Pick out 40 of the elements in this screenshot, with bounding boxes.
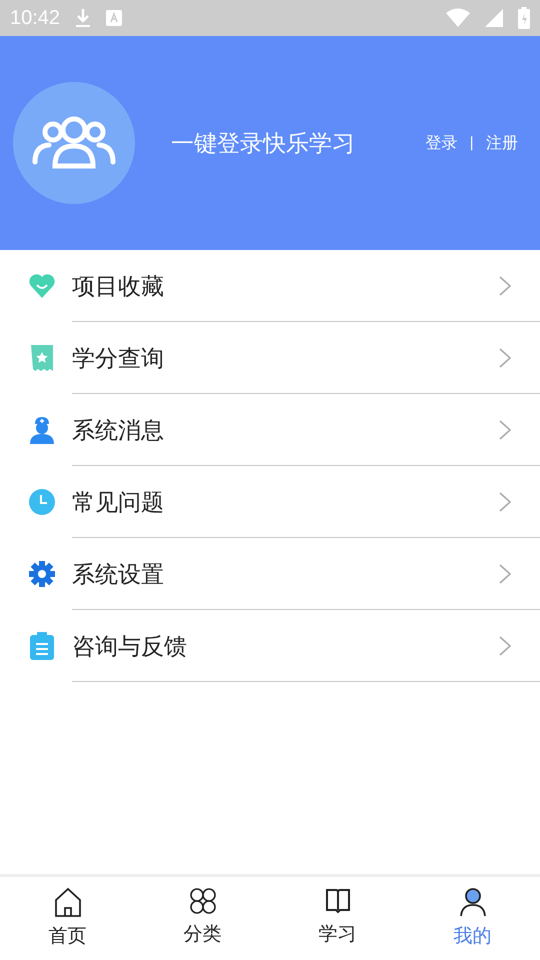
menu-item[interactable]: 系统消息 <box>0 394 540 466</box>
chevron-right-icon <box>498 491 512 513</box>
battery-icon <box>518 7 530 29</box>
keyboard-icon <box>106 10 122 26</box>
chevron-right-icon <box>498 275 512 297</box>
chevron-right-icon <box>498 347 512 369</box>
menu-label: 咨询与反馈 <box>72 632 188 662</box>
settings-icon <box>28 560 56 588</box>
menu-item[interactable]: 常见问题 <box>0 466 540 538</box>
tab[interactable]: 我的 <box>405 877 540 960</box>
user-group-icon <box>13 82 135 204</box>
doctor-icon <box>29 416 55 444</box>
tab[interactable]: 分类 <box>135 877 270 960</box>
separator: | <box>469 135 474 151</box>
menu-label: 项目收藏 <box>72 272 165 302</box>
download-icon <box>74 7 92 29</box>
house-icon <box>54 887 82 917</box>
menu-item[interactable]: 项目收藏 <box>0 250 540 322</box>
menu-label: 常见问题 <box>72 488 165 518</box>
smiling-heart-icon <box>28 272 56 300</box>
chevron-right-icon <box>498 419 512 441</box>
tab[interactable]: 学习 <box>270 877 405 960</box>
clock-icon <box>28 488 56 516</box>
clipboard-icon <box>29 632 55 660</box>
chevron-right-icon <box>498 635 512 657</box>
book-icon <box>324 887 352 915</box>
person-icon <box>458 887 486 917</box>
menu-item[interactable]: 学分查询 <box>0 322 540 394</box>
four-petal-icon <box>188 887 216 915</box>
tab[interactable]: 首页 <box>0 877 135 960</box>
menu-label: 系统消息 <box>72 416 165 446</box>
menu-item[interactable]: 咨询与反馈 <box>0 610 540 682</box>
menu-item[interactable]: 系统设置 <box>0 538 540 610</box>
login-prompt: 一键登录快乐学习 <box>171 130 356 158</box>
chevron-right-icon <box>498 563 512 585</box>
signal-icon <box>484 8 504 28</box>
wifi-icon <box>446 8 470 28</box>
menu-label: 系统设置 <box>72 560 165 590</box>
menu-label: 学分查询 <box>72 344 165 374</box>
star-ticket-icon <box>29 344 55 372</box>
